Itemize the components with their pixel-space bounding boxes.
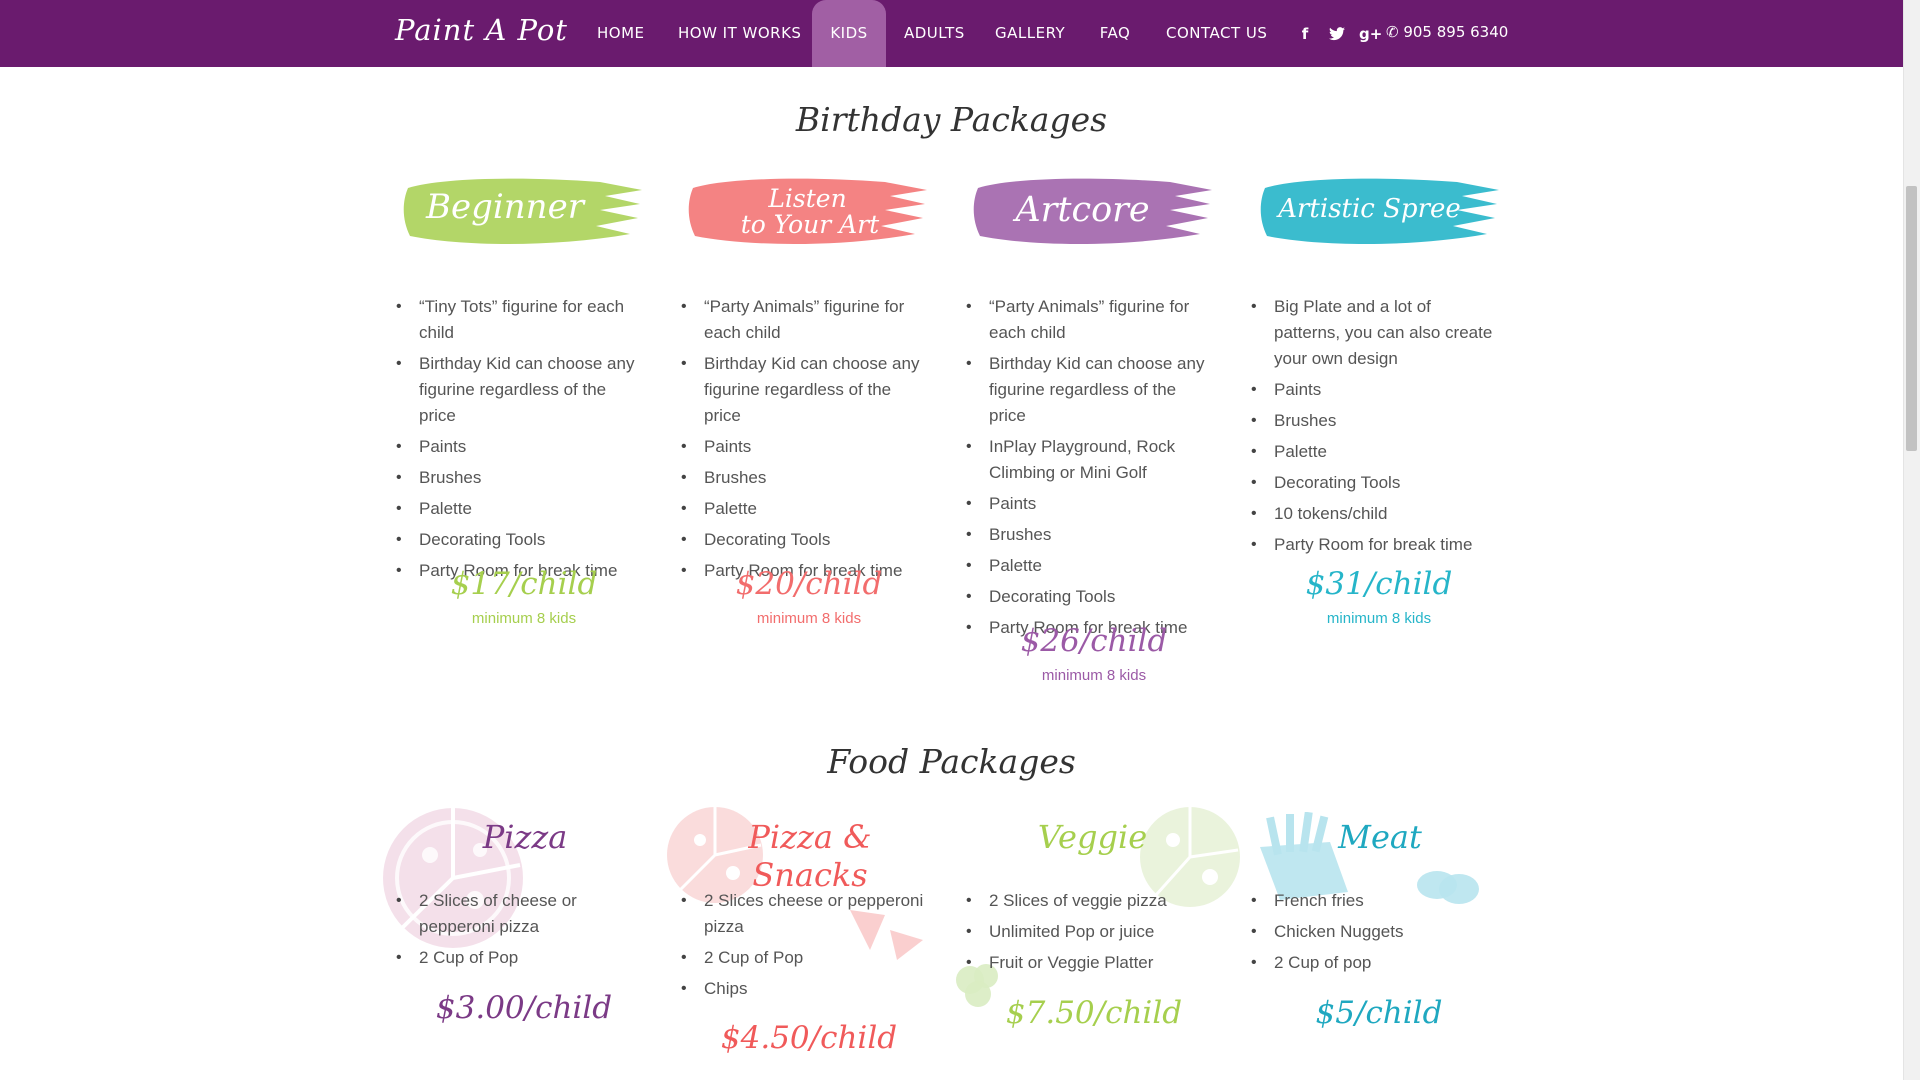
listen-label-line2: to Your Art <box>740 210 880 239</box>
list-item: InPlay Playground, Rock Climbing or Mini… <box>966 434 1214 486</box>
food-meat-features: French fries Chicken Nuggets 2 Cup of po… <box>1251 888 1499 976</box>
artcore-label: Artcore <box>1015 190 1150 230</box>
artcore-minimum: minimum 8 kids <box>1041 667 1147 684</box>
artistic-spree-minimum: minimum 8 kids <box>1326 610 1432 627</box>
list-item: “Party Animals” figurine for each child <box>966 294 1214 346</box>
listen-price: $20/child <box>735 566 883 602</box>
facebook-icon[interactable]: f <box>1297 24 1313 44</box>
list-item: French fries <box>1251 888 1499 914</box>
list-item: Birthday Kid can choose any figurine reg… <box>681 351 929 429</box>
scrollbar-thumb[interactable] <box>1906 186 1917 451</box>
nav-home[interactable]: HOME <box>597 0 644 67</box>
list-item: Birthday Kid can choose any figurine reg… <box>966 351 1214 429</box>
food-pizza-features: 2 Slices of cheese or pepperoni pizza 2 … <box>396 888 644 971</box>
listen-minimum: minimum 8 kids <box>756 610 862 627</box>
list-item: Decorating Tools <box>966 584 1214 610</box>
food-pizza-package: 2 Slices of cheese or pepperoni pizza 2 … <box>396 888 644 976</box>
food-pizza-snacks-features: 2 Slices cheese or pepperoni pizza 2 Cup… <box>681 888 929 1002</box>
list-item: Brushes <box>966 522 1214 548</box>
food-pizza-snacks-package: 2 Slices cheese or pepperoni pizza 2 Cup… <box>681 888 929 1007</box>
list-item: Unlimited Pop or juice <box>966 919 1214 945</box>
list-item: 2 Slices cheese or pepperoni pizza <box>681 888 929 940</box>
brand-logo[interactable]: Paint A Pot <box>395 13 568 47</box>
listen-features: “Party Animals” figurine for each child … <box>681 294 929 584</box>
list-item: Big Plate and a lot of patterns, you can… <box>1251 294 1499 372</box>
twitter-icon[interactable] <box>1327 24 1347 44</box>
scrollbar-track[interactable] <box>1903 0 1920 1080</box>
list-item: 2 Slices of cheese or pepperoni pizza <box>396 888 644 940</box>
artcore-package: “Party Animals” figurine for each child … <box>966 294 1214 646</box>
list-item: 2 Slices of veggie pizza <box>966 888 1214 914</box>
list-item: Palette <box>396 496 644 522</box>
list-item: “Tiny Tots” figurine for each child <box>396 294 644 346</box>
list-item: 10 tokens/child <box>1251 501 1499 527</box>
beginner-package: “Tiny Tots” figurine for each child Birt… <box>396 294 644 589</box>
list-item: Brushes <box>681 465 929 491</box>
birthday-packages-title: Birthday Packages <box>795 100 1108 139</box>
nav-kids[interactable]: KIDS <box>812 0 886 67</box>
beginner-minimum: minimum 8 kids <box>471 610 577 627</box>
nav-faq[interactable]: FAQ <box>1099 0 1131 67</box>
food-veggie-title: Veggie <box>1037 818 1148 856</box>
nav-contact-us[interactable]: CONTACT US <box>1166 0 1267 67</box>
food-pizza-price: $3.00/child <box>435 990 613 1026</box>
googleplus-icon[interactable]: g+ <box>1359 24 1382 44</box>
food-pizza-snacks-price: $4.50/child <box>720 1020 898 1056</box>
artcore-price: $26/child <box>1020 623 1168 659</box>
artistic-spree-package: Big Plate and a lot of patterns, you can… <box>1251 294 1499 563</box>
list-item: Fruit or Veggie Platter <box>966 950 1214 976</box>
list-item: Chips <box>681 976 929 1002</box>
phone-number[interactable]: ✆ 905 895 6340 <box>1386 23 1508 41</box>
list-item: 2 Cup of pop <box>1251 950 1499 976</box>
nav-how-it-works[interactable]: HOW IT WORKS <box>678 0 801 67</box>
list-item: Party Room for break time <box>1251 532 1499 558</box>
beginner-price: $17/child <box>450 566 598 602</box>
list-item: 2 Cup of Pop <box>681 945 929 971</box>
beginner-features: “Tiny Tots” figurine for each child Birt… <box>396 294 644 584</box>
list-item: Decorating Tools <box>396 527 644 553</box>
beginner-label: Beginner <box>426 187 584 227</box>
food-veggie-package: 2 Slices of veggie pizza Unlimited Pop o… <box>966 888 1214 981</box>
list-item: Brushes <box>1251 408 1499 434</box>
food-pizza-snacks-title: Pizza & Snacks <box>748 818 872 894</box>
list-item: “Party Animals” figurine for each child <box>681 294 929 346</box>
artistic-spree-features: Big Plate and a lot of patterns, you can… <box>1251 294 1499 558</box>
artistic-spree-price: $31/child <box>1305 566 1453 602</box>
list-item: Paints <box>681 434 929 460</box>
artcore-features: “Party Animals” figurine for each child … <box>966 294 1214 641</box>
list-item: Paints <box>966 491 1214 517</box>
list-item: Birthday Kid can choose any figurine reg… <box>396 351 644 429</box>
list-item: Chicken Nuggets <box>1251 919 1499 945</box>
list-item: 2 Cup of Pop <box>396 945 644 971</box>
top-navbar: Paint A Pot HOME HOW IT WORKS KIDS ADULT… <box>0 0 1903 67</box>
nav-gallery[interactable]: GALLERY <box>995 0 1065 67</box>
listen-package: “Party Animals” figurine for each child … <box>681 294 929 589</box>
list-item: Paints <box>1251 377 1499 403</box>
food-veggie-features: 2 Slices of veggie pizza Unlimited Pop o… <box>966 888 1214 976</box>
food-veggie-price: $7.50/child <box>1005 995 1183 1031</box>
artistic-spree-label: Artistic Spree <box>1278 194 1461 224</box>
list-item: Palette <box>966 553 1214 579</box>
phone-icon: ✆ <box>1386 23 1404 41</box>
listen-label-line1: Listen <box>768 184 847 213</box>
food-pizza-title: Pizza <box>482 818 568 856</box>
list-item: Palette <box>1251 439 1499 465</box>
food-packages-title: Food Packages <box>827 742 1076 781</box>
list-item: Brushes <box>396 465 644 491</box>
nav-adults[interactable]: ADULTS <box>904 0 964 67</box>
list-item: Palette <box>681 496 929 522</box>
list-item: Paints <box>396 434 644 460</box>
list-item: Decorating Tools <box>1251 470 1499 496</box>
food-meat-title: Meat <box>1338 818 1422 856</box>
food-meat-price: $5/child <box>1315 995 1443 1031</box>
list-item: Decorating Tools <box>681 527 929 553</box>
food-meat-package: French fries Chicken Nuggets 2 Cup of po… <box>1251 888 1499 981</box>
